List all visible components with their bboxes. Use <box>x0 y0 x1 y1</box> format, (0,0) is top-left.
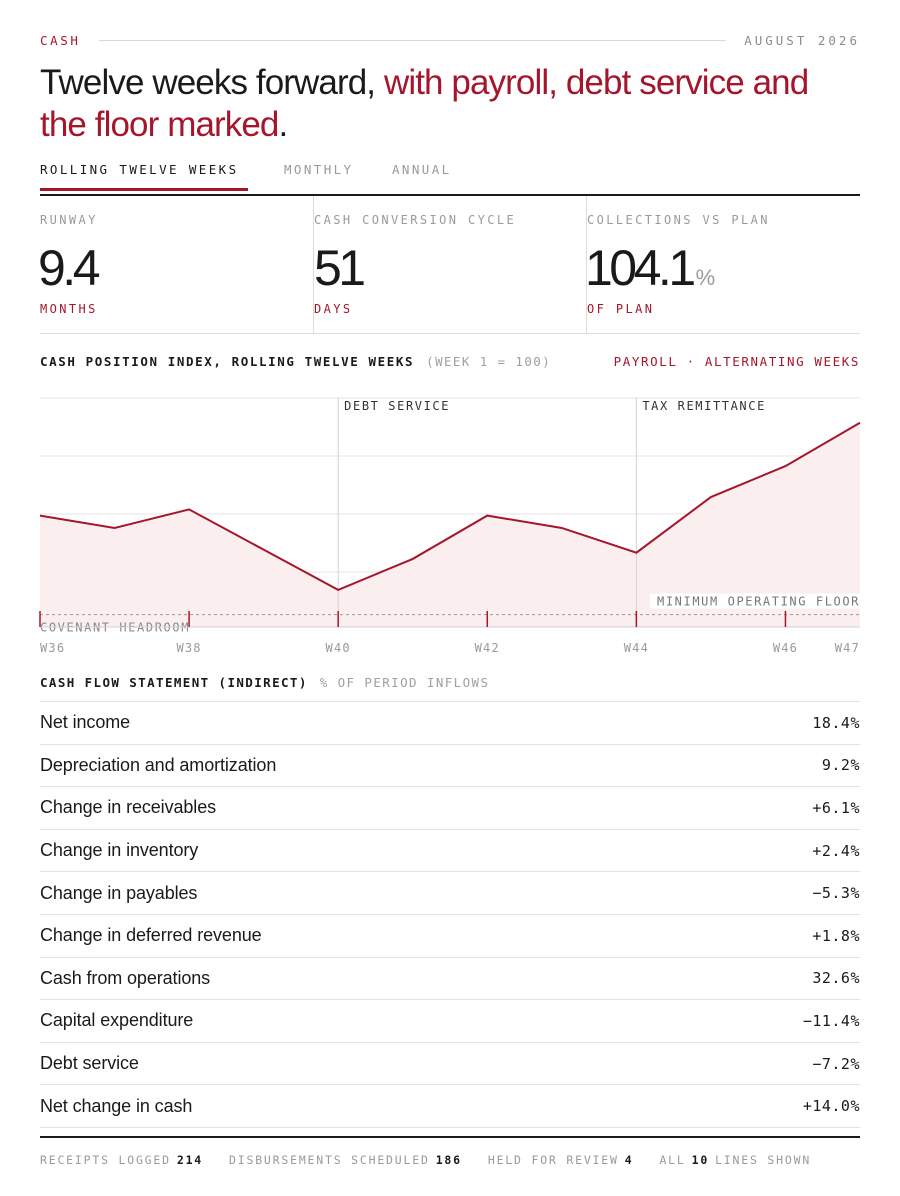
cash-flow-table: Net income 18.4% Depreciation and amortiz… <box>40 701 860 1128</box>
row-value: 32.6% <box>812 969 860 988</box>
row-label: Capital expenditure <box>40 1010 194 1031</box>
kpi-unit: DAYS <box>314 302 353 316</box>
annotation-label: TAX REMITTANCE <box>642 399 766 413</box>
row-value: +6.1% <box>812 798 860 817</box>
kpi-value: 104.1% <box>585 238 715 308</box>
band-label: COVENANT HEADROOM <box>40 621 190 635</box>
page-title: Twelve weeks forward, with payroll, debt… <box>40 62 860 146</box>
held-value: 4 <box>624 1153 634 1167</box>
row-label: Change in receivables <box>40 797 217 818</box>
footer-divider <box>40 1136 860 1138</box>
all-label: ALL <box>659 1153 686 1167</box>
page-header: CASH AUGUST 2026 <box>40 31 860 49</box>
receipts-label: RECEIPTS LOGGED <box>40 1153 171 1167</box>
kpi-number: 51 <box>314 240 366 296</box>
held-count: HELD FOR REVIEW 4 <box>488 1153 634 1167</box>
cash-flow-title: CASH FLOW STATEMENT (INDIRECT) <box>40 674 308 690</box>
section-label: CASH <box>40 32 81 48</box>
kpi-unit: OF PLAN <box>587 302 655 316</box>
table-row: Capital expenditure −11.4% <box>40 1000 860 1043</box>
headline-end: . <box>278 105 289 144</box>
x-tick-label: W44 <box>624 641 649 655</box>
row-label: Change in inventory <box>40 840 199 861</box>
kpi-value: 51 <box>314 238 366 308</box>
kpi-number: 9.4 <box>38 240 101 296</box>
active-tab-indicator <box>40 188 248 191</box>
table-row: Debt service −7.2% <box>40 1043 860 1086</box>
chart-header: CASH POSITION INDEX, ROLLING TWELVE WEEK… <box>40 352 860 370</box>
x-tick-label: W36 <box>40 641 65 655</box>
header-divider <box>98 39 727 41</box>
kpi-strip: RUNWAY 9.4 MONTHS CASH CONVERSION CYCLE … <box>38 196 860 334</box>
row-label: Net change in cash <box>40 1095 193 1116</box>
kpi-unit: MONTHS <box>40 302 98 316</box>
x-tick-label: W40 <box>326 641 351 655</box>
headline-plain: Twelve weeks forward, <box>40 63 384 102</box>
receipts-count: RECEIPTS LOGGED 214 <box>40 1153 203 1167</box>
chart-subtitle: (WEEK 1 = 100) <box>426 353 552 369</box>
x-tick-label: W38 <box>176 641 201 655</box>
table-row: Change in receivables +6.1% <box>40 787 860 830</box>
kpi-runway: RUNWAY 9.4 MONTHS <box>38 196 313 333</box>
disbursements-count: DISBURSEMENTS SCHEDULED 186 <box>229 1153 462 1167</box>
disbursements-value: 186 <box>435 1153 462 1167</box>
lines-shown: ALL 10 LINES SHOWN <box>659 1153 811 1167</box>
status-footer: RECEIPTS LOGGED 214 DISBURSEMENTS SCHEDUL… <box>40 1152 860 1168</box>
period-date: AUGUST 2026 <box>744 32 860 48</box>
tab-annual[interactable]: ANNUAL <box>392 162 452 177</box>
lines-value: 10 <box>691 1153 710 1167</box>
view-tabs: ROLLING TWELVE WEEKS MONTHLY ANNUAL <box>40 160 860 196</box>
row-value: +1.8% <box>812 926 860 945</box>
row-value: −7.2% <box>812 1054 860 1073</box>
disbursements-label: DISBURSEMENTS SCHEDULED <box>229 1153 430 1167</box>
cash-flow-header: CASH FLOW STATEMENT (INDIRECT) % OF PERI… <box>40 673 860 691</box>
x-tick-label: W47 <box>835 641 860 655</box>
tab-monthly[interactable]: MONTHLY <box>284 162 353 177</box>
cash-position-chart: DEBT SERVICE TAX REMITTANCE MINIMUM OPERAT… <box>39 397 861 655</box>
kpi-number: 104.1 <box>585 240 696 296</box>
kpi-suffix: % <box>695 265 716 290</box>
row-value: −11.4% <box>802 1011 860 1030</box>
kpi-label: COLLECTIONS VS PLAN <box>587 213 770 227</box>
kpi-value: 9.4 <box>38 238 101 308</box>
row-label: Net income <box>40 712 131 733</box>
cash-flow-subtitle: % OF PERIOD INFLOWS <box>319 674 490 690</box>
row-label: Debt service <box>40 1053 139 1074</box>
kpi-collections-vs-plan: COLLECTIONS VS PLAN 104.1% OF PLAN <box>585 196 859 333</box>
row-value: 18.4% <box>812 713 860 732</box>
row-label: Cash from operations <box>40 967 211 988</box>
row-label: Depreciation and amortization <box>40 754 277 775</box>
row-value: +14.0% <box>802 1097 860 1116</box>
held-label: HELD FOR REVIEW <box>487 1153 619 1167</box>
chart-title: CASH POSITION INDEX, ROLLING TWELVE WEEK… <box>40 353 415 369</box>
floor-label: MINIMUM OPERATING FLOOR <box>657 595 860 609</box>
receipts-value: 214 <box>176 1153 204 1167</box>
table-row: Depreciation and amortization 9.2% <box>40 745 860 788</box>
x-tick-label: W42 <box>475 641 500 655</box>
row-value: +2.4% <box>812 841 860 860</box>
row-label: Change in payables <box>40 882 198 903</box>
kpi-label: RUNWAY <box>40 213 98 227</box>
table-row: Change in inventory +2.4% <box>40 830 860 873</box>
tab-rolling-twelve-weeks[interactable]: ROLLING TWELVE WEEKS <box>40 162 239 177</box>
x-tick-label: W46 <box>773 641 798 655</box>
row-value: −5.3% <box>812 884 860 903</box>
annotation-label: DEBT SERVICE <box>344 399 450 413</box>
chart-legend: PAYROLL · ALTERNATING WEEKS <box>613 353 860 369</box>
row-label: Change in deferred revenue <box>40 925 262 946</box>
table-row: Net income 18.4% <box>40 702 860 745</box>
kpi-cash-conversion-cycle: CASH CONVERSION CYCLE 51 DAYS <box>313 196 586 333</box>
table-row: Change in payables −5.3% <box>40 872 860 915</box>
kpi-label: CASH CONVERSION CYCLE <box>314 213 517 227</box>
table-row: Change in deferred revenue +1.8% <box>40 915 860 958</box>
lines-label: LINES SHOWN <box>715 1153 812 1167</box>
table-row: Net change in cash +14.0% <box>40 1085 860 1128</box>
table-row: Cash from operations 32.6% <box>40 958 860 1001</box>
row-value: 9.2% <box>821 756 860 775</box>
